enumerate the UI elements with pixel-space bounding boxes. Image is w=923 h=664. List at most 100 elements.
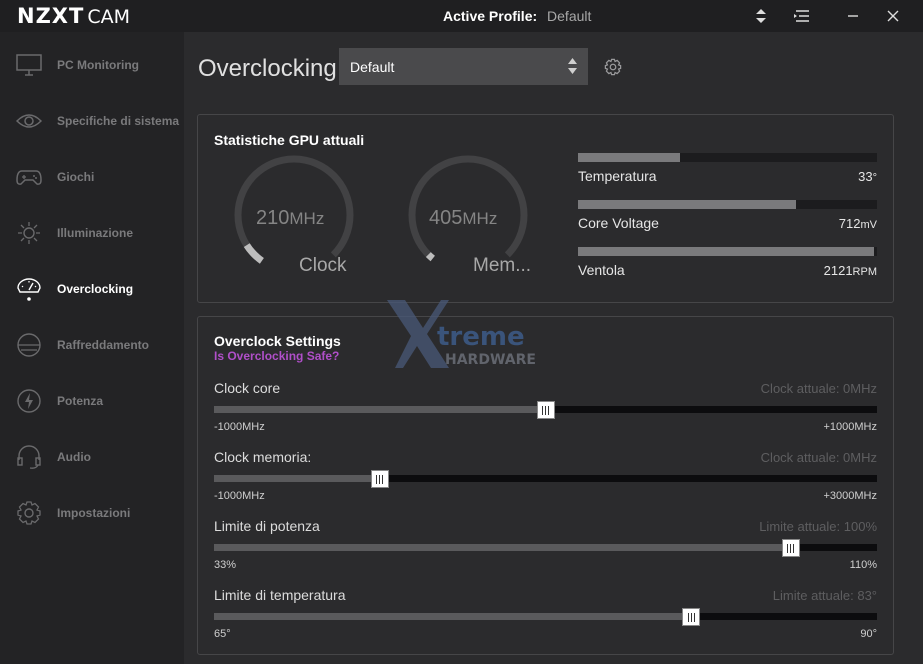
memory-label: Mem... <box>473 255 532 276</box>
clock-core-label: Clock core <box>214 380 281 396</box>
clock-memory-slider-fill <box>214 475 380 482</box>
menu-icon <box>794 10 809 22</box>
gamepad-icon <box>16 164 42 190</box>
clock-memory-current: Clock attuale: 0MHz <box>760 450 877 465</box>
power-limit-current: Limite attuale: 100% <box>759 519 877 534</box>
sidebar-item-illuminazione[interactable]: Illuminazione <box>0 213 184 253</box>
temperature-limit-slider[interactable] <box>214 613 877 620</box>
clock-core-slider-handle[interactable] <box>536 401 555 419</box>
temperature-limit-label: Limite di temperatura <box>214 587 346 603</box>
cooling-icon <box>16 332 42 358</box>
temperature-limit-min: 65° <box>214 628 231 640</box>
fan-number: 2121 <box>823 263 853 278</box>
clock-number: 210 <box>256 207 290 229</box>
power-limit-slider[interactable] <box>214 544 877 551</box>
profile-switch-button[interactable] <box>741 0 781 32</box>
clock-memory-label: Clock memoria: <box>214 449 312 465</box>
fan-bar-fill <box>578 247 874 256</box>
sidebar-item-specifiche[interactable]: Specifiche di sistema <box>0 101 184 141</box>
lightning-icon <box>16 388 42 414</box>
power-limit-slider-handle[interactable] <box>781 539 800 557</box>
memory-number: 405 <box>429 207 463 229</box>
fan-unit: RPM <box>852 266 877 278</box>
eye-icon <box>16 108 42 134</box>
overclock-settings-panel: Overclock Settings Is Overclocking Safe?… <box>197 316 894 655</box>
clock-unit: MHz <box>289 209 325 228</box>
active-profile-label: Active Profile: <box>443 8 538 24</box>
clock-label: Clock <box>299 255 347 276</box>
headset-icon <box>16 444 42 470</box>
clock-memory-max: +3000MHz <box>823 490 877 502</box>
sidebar-item-impostazioni[interactable]: Impostazioni <box>0 493 184 533</box>
profile-settings-button[interactable] <box>604 58 622 81</box>
sidebar-item-overclocking[interactable]: Overclocking <box>0 269 184 309</box>
sidebar-item-label: Raffreddamento <box>57 338 150 352</box>
sidebar-item-pc-monitoring[interactable]: PC Monitoring <box>0 45 184 85</box>
monitor-icon <box>16 52 42 78</box>
sidebar-item-giochi[interactable]: Giochi <box>0 157 184 197</box>
clock-memory-slider[interactable] <box>214 475 877 482</box>
clock-core-current: Clock attuale: 0MHz <box>760 381 877 396</box>
fan-bar <box>578 247 877 256</box>
close-icon <box>887 10 899 22</box>
clock-core-slider-fill <box>214 406 546 413</box>
clock-memory-min: -1000MHz <box>214 490 265 502</box>
sidebar-item-label: Giochi <box>57 170 95 184</box>
sidebar-item-audio[interactable]: Audio <box>0 437 184 477</box>
voltage-value: 712mV <box>839 216 877 231</box>
watermark-line1: treme <box>437 322 525 352</box>
clock-core-min: -1000MHz <box>214 421 265 433</box>
gpu-stats-panel: Statistiche GPU attuali 210MHz Clock 405… <box>197 114 894 303</box>
memory-value: 405MHz <box>429 207 497 230</box>
temperature-number: 33 <box>858 169 873 184</box>
sidebar-item-label: Specifiche di sistema <box>57 114 180 128</box>
power-limit-label: Limite di potenza <box>214 518 320 534</box>
menu-button[interactable] <box>782 0 822 32</box>
gear-icon <box>604 58 622 76</box>
temperature-label: Temperatura <box>578 168 657 184</box>
voltage-bar <box>578 200 877 209</box>
active-profile[interactable]: Active Profile: Default <box>443 8 591 24</box>
sidebar-item-label: Audio <box>57 450 91 464</box>
power-limit-max: 110% <box>849 559 877 571</box>
profile-select[interactable]: Default <box>339 48 588 85</box>
sidebar-item-raffreddamento[interactable]: Raffreddamento <box>0 325 184 365</box>
clock-memory-slider-handle[interactable] <box>370 470 389 488</box>
temperature-unit: ° <box>872 172 877 184</box>
voltage-bar-fill <box>578 200 797 209</box>
active-profile-value: Default <box>547 8 592 24</box>
power-limit-slider-fill <box>214 544 791 551</box>
clock-value: 210MHz <box>256 207 324 230</box>
temperature-value: 33° <box>858 169 877 184</box>
logo-brand: NZXT <box>17 4 85 28</box>
temperature-limit-max: 90° <box>860 628 877 640</box>
fan-label: Ventola <box>578 262 625 278</box>
close-button[interactable] <box>873 0 913 32</box>
temperature-bar-fill <box>578 153 680 162</box>
voltage-label: Core Voltage <box>578 215 659 231</box>
speedometer-icon <box>16 276 42 302</box>
sun-icon <box>16 220 42 246</box>
sidebar-item-potenza[interactable]: Potenza <box>0 381 184 421</box>
xtreme-hardware-watermark: treme HARDWARE <box>387 300 536 368</box>
sidebar-item-label: Overclocking <box>57 282 134 296</box>
gear-icon <box>16 500 42 526</box>
up-down-arrows-icon <box>756 9 766 23</box>
minimize-button[interactable] <box>833 0 873 32</box>
profile-select-value: Default <box>350 58 395 75</box>
sidebar-item-label: Impostazioni <box>57 506 131 520</box>
overclock-settings-title: Overclock Settings <box>214 333 341 349</box>
memory-unit: MHz <box>462 209 498 228</box>
overclocking-safe-link[interactable]: Is Overclocking Safe? <box>214 349 339 363</box>
sidebar-item-label: PC Monitoring <box>57 58 139 72</box>
temperature-limit-slider-fill <box>214 613 692 620</box>
temperature-limit-slider-handle[interactable] <box>682 608 701 626</box>
minimize-icon <box>848 15 858 17</box>
power-limit-min: 33% <box>214 559 237 571</box>
logo-product: CAM <box>87 6 130 28</box>
app-logo: NZXT CAM <box>17 4 130 28</box>
title-bar: NZXT CAM Active Profile: Default <box>0 0 923 32</box>
clock-core-max: +1000MHz <box>823 421 877 433</box>
page-title: Overclocking <box>198 55 337 82</box>
fan-value: 2121RPM <box>824 263 877 278</box>
